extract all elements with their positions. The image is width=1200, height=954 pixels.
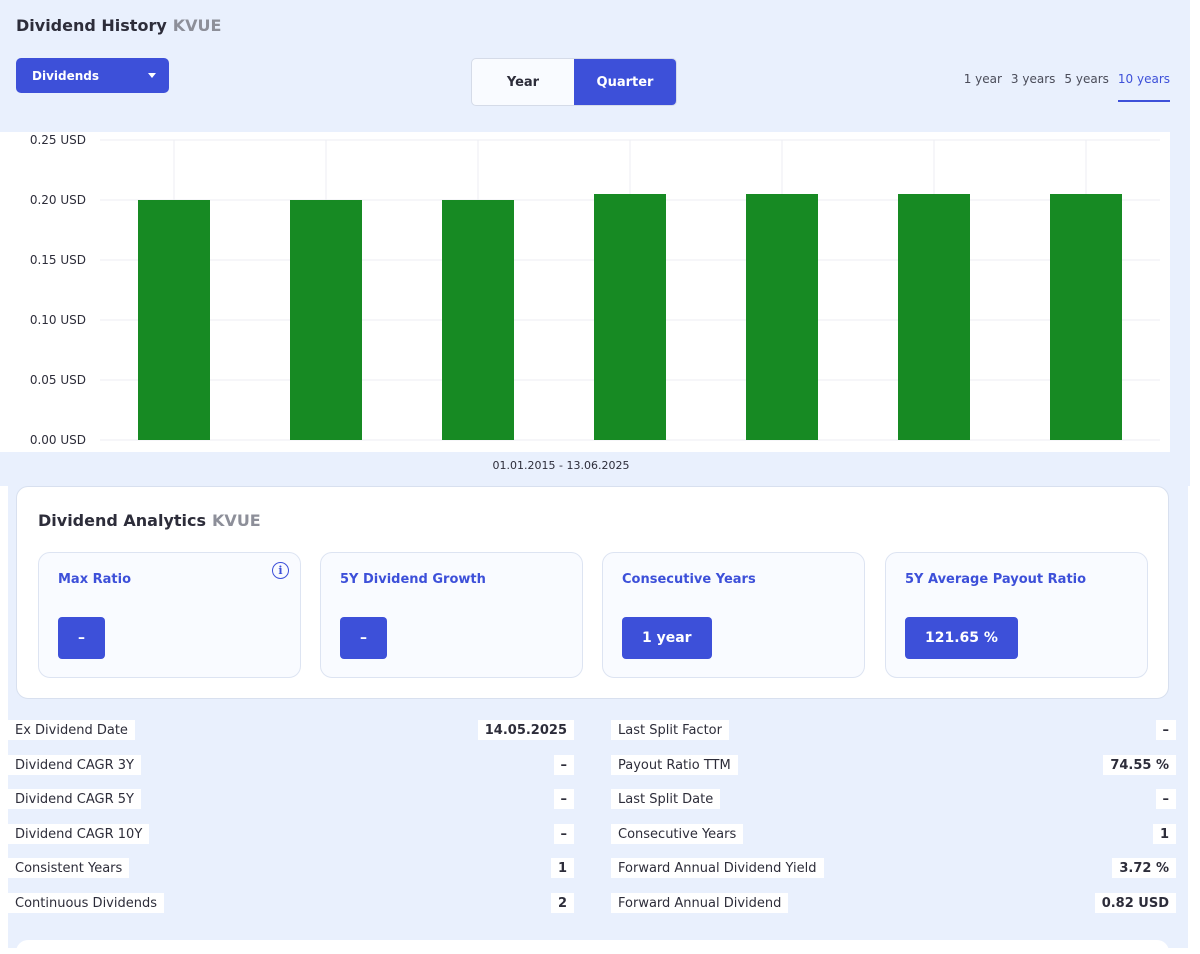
stat-value: – <box>1155 789 1176 809</box>
stat-row: Ex Dividend Date 14.05.2025 <box>8 720 574 740</box>
stat-value: 0.82 USD <box>1094 893 1176 913</box>
stat-value: – <box>553 755 574 775</box>
max-ratio-label: Max Ratio <box>58 572 132 587</box>
stat-label: Consecutive Years <box>611 824 744 844</box>
dividend-growth-value: – <box>340 617 387 659</box>
stat-value: – <box>553 824 574 844</box>
stat-label: Ex Dividend Date <box>8 720 135 740</box>
stat-row: Forward Annual Dividend 0.82 USD <box>611 893 1176 913</box>
payout-ratio-value: 121.65 % <box>905 617 1018 659</box>
dividends-dropdown[interactable]: Dividends <box>16 58 169 93</box>
stat-value: – <box>553 789 574 809</box>
stat-row: Forward Annual Dividend Yield 3.72 % <box>611 858 1176 878</box>
info-icon[interactable]: i <box>272 562 289 579</box>
chart-svg: 0.00 USD 0.05 USD 0.10 USD 0.15 USD 0.20 USD… <box>0 132 1170 452</box>
stat-row: Dividend CAGR 5Y – <box>8 789 574 809</box>
dividend-bar[interactable] <box>442 200 514 440</box>
stat-value: 74.55 % <box>1103 755 1176 775</box>
y-tick-label: 0.05 USD <box>30 373 86 387</box>
stat-value: 1 <box>550 858 574 878</box>
page-title-text: Dividend History <box>16 16 167 35</box>
y-tick-label: 0.20 USD <box>30 193 86 207</box>
payout-ratio-card: 5Y Average Payout Ratio 121.65 % <box>885 552 1148 678</box>
max-ratio-value: – <box>58 617 105 659</box>
stat-label: Consistent Years <box>8 858 130 878</box>
stat-row: Continuous Dividends 2 <box>8 893 574 913</box>
dividend-bar[interactable] <box>1050 194 1122 440</box>
tab-5-years[interactable]: 5 years <box>1064 72 1108 102</box>
tab-10-years[interactable]: 10 years <box>1117 72 1170 102</box>
stat-row: Dividend CAGR 3Y – <box>8 755 574 775</box>
dividend-bar[interactable] <box>594 194 666 440</box>
next-panel-edge <box>16 940 1169 954</box>
stat-label: Last Split Factor <box>611 720 729 740</box>
stat-row: Dividend CAGR 10Y – <box>8 824 574 844</box>
range-tabs: 1 year 3 years 5 years 10 years <box>964 72 1170 102</box>
stat-label: Dividend CAGR 3Y <box>8 755 141 775</box>
dividend-bar[interactable] <box>746 194 818 440</box>
stat-row: Payout Ratio TTM 74.55 % <box>611 755 1176 775</box>
chart-date-range: 01.01.2015 - 13.06.2025 <box>492 459 630 472</box>
stat-value: 2 <box>550 893 574 913</box>
consecutive-years-value: 1 year <box>622 617 712 659</box>
max-ratio-card: Max Ratio i – <box>38 552 301 678</box>
period-toggle: Year Quarter <box>471 58 677 106</box>
stat-row: Consistent Years 1 <box>8 858 574 878</box>
page-title-ticker: KVUE <box>172 16 222 35</box>
dividend-bar-chart: 0.00 USD 0.05 USD 0.10 USD 0.15 USD 0.20 USD… <box>0 132 1170 452</box>
page-title: Dividend History KVUE <box>16 16 221 35</box>
dividend-bar[interactable] <box>898 194 970 440</box>
caret-down-icon <box>148 73 156 78</box>
y-tick-label: 0.25 USD <box>30 133 86 147</box>
stat-label: Forward Annual Dividend <box>611 893 789 913</box>
payout-ratio-label: 5Y Average Payout Ratio <box>905 572 1087 587</box>
dividends-dropdown-label: Dividends <box>32 68 100 83</box>
analytics-title-ticker: KVUE <box>212 511 261 530</box>
tab-1-year[interactable]: 1 year <box>964 72 1002 102</box>
year-toggle-button[interactable]: Year <box>472 59 574 105</box>
stat-value: – <box>1155 720 1176 740</box>
stat-label: Continuous Dividends <box>8 893 164 913</box>
stat-value: 14.05.2025 <box>477 720 574 740</box>
dividend-bar[interactable] <box>138 200 210 440</box>
stat-row: Last Split Date – <box>611 789 1176 809</box>
tab-3-years[interactable]: 3 years <box>1011 72 1055 102</box>
dividend-growth-card: 5Y Dividend Growth – <box>320 552 583 678</box>
dividend-bar[interactable] <box>290 200 362 440</box>
stat-row: Last Split Factor – <box>611 720 1176 740</box>
y-tick-label: 0.10 USD <box>30 313 86 327</box>
stat-row: Consecutive Years 1 <box>611 824 1176 844</box>
dividend-analytics-panel: Dividend Analytics KVUE Max Ratio i – 5Y … <box>16 486 1169 699</box>
analytics-title-text: Dividend Analytics <box>38 511 207 530</box>
dividend-growth-label: 5Y Dividend Growth <box>340 572 486 587</box>
y-tick-label: 0.15 USD <box>30 253 86 267</box>
analytics-title: Dividend Analytics KVUE <box>38 511 261 530</box>
stat-label: Dividend CAGR 5Y <box>8 789 141 809</box>
stat-value: 3.72 % <box>1112 858 1176 878</box>
stat-label: Forward Annual Dividend Yield <box>611 858 824 878</box>
stat-label: Dividend CAGR 10Y <box>8 824 150 844</box>
stat-label: Payout Ratio TTM <box>611 755 738 775</box>
stat-value: 1 <box>1152 824 1176 844</box>
quarter-toggle-button[interactable]: Quarter <box>574 59 676 105</box>
stat-label: Last Split Date <box>611 789 721 809</box>
consecutive-years-card: Consecutive Years 1 year <box>602 552 865 678</box>
y-tick-label: 0.00 USD <box>30 433 86 447</box>
consecutive-years-label: Consecutive Years <box>622 572 756 587</box>
